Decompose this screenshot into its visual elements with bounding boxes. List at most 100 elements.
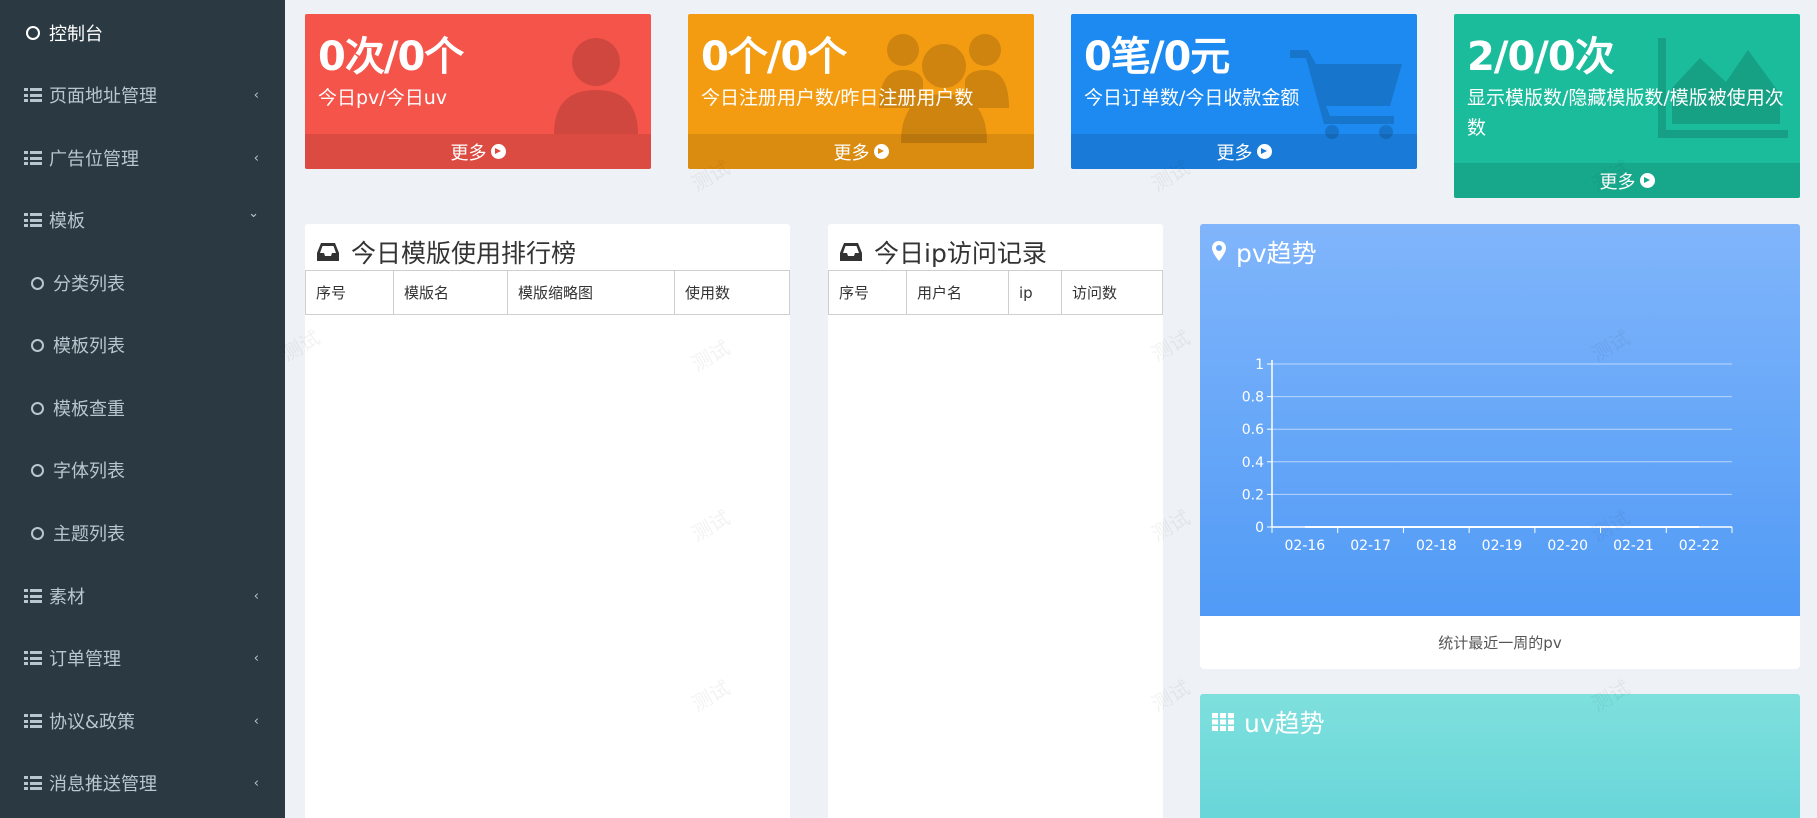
sidebar-item-label: 模板	[49, 211, 85, 232]
column-header: 用户名	[906, 270, 1009, 315]
sidebar-item[interactable]: 模板列表	[0, 325, 285, 365]
inbox-icon	[317, 238, 339, 267]
x-tick-label: 02-19	[1482, 538, 1523, 554]
sidebar-item-label: 素材	[49, 587, 85, 608]
grid-icon	[1212, 708, 1234, 737]
sidebar: 控制台页面地址管理 ‹ 广告位管理 ‹ 模板 ⌄ 分类列表模板列表模板查重字体列表主题列表素…	[0, 0, 285, 818]
sidebar-item[interactable]: 控制台	[0, 13, 285, 53]
y-tick-label: 0.6	[1242, 422, 1264, 438]
pv-line-chart: 0 0.2 0.4 0.6 0.8 1 02-16 02-17 02-18 02-19 02-20 0…	[1242, 357, 1733, 554]
sidebar-item-label: 字体列表	[53, 461, 125, 482]
x-tick-label: 02-16	[1285, 538, 1326, 554]
card-description: 今日pv/今日uv	[318, 87, 447, 109]
sidebar-item[interactable]: 主题列表	[0, 513, 285, 553]
chevron-left-icon: ‹	[253, 588, 259, 604]
card-value: 0笔/0元	[1084, 34, 1230, 80]
chevron-left-icon: ‹	[253, 150, 259, 166]
x-tick-label: 02-21	[1613, 538, 1654, 554]
card-value: 0次/0个	[318, 34, 464, 80]
sidebar-item-label: 消息推送管理	[49, 774, 157, 795]
list-icon	[24, 587, 42, 605]
y-tick-label: 0.2	[1242, 487, 1264, 503]
ranking-table: 序号 模版名 模版缩略图 使用数	[305, 270, 790, 315]
sidebar-item[interactable]: 字体列表	[0, 450, 285, 490]
sidebar-item[interactable]: 模板 ⌄	[0, 200, 285, 240]
column-header: 序号	[305, 270, 394, 315]
ranking-panel: 今日模版使用排行榜 序号 模版名 模版缩略图 使用数	[305, 224, 790, 818]
circle-icon	[28, 399, 46, 417]
sidebar-item[interactable]: 页面地址管理 ‹	[0, 75, 285, 115]
more-label: 更多	[1599, 171, 1636, 193]
sidebar-item[interactable]: 消息推送管理 ‹	[0, 763, 285, 803]
panel-title: uv趋势	[1212, 704, 1325, 740]
chevron-left-icon: ‹	[253, 650, 259, 666]
column-header: 模版名	[393, 270, 508, 315]
sidebar-item[interactable]: 模板查重	[0, 388, 285, 428]
sidebar-item-label: 协议&政策	[49, 712, 136, 733]
more-label: 更多	[833, 142, 870, 164]
arrow-circle-right-icon	[1256, 144, 1272, 159]
sidebar-item[interactable]: 分类列表	[0, 263, 285, 303]
stat-card-pv-uv: 0次/0个 今日pv/今日uv 更多	[305, 14, 651, 169]
uv-chart-panel: uv趋势	[1200, 694, 1800, 818]
more-link[interactable]: 更多	[1071, 134, 1417, 169]
arrow-circle-right-icon	[873, 144, 889, 159]
list-icon	[24, 149, 42, 167]
panel-title: 今日模版使用排行榜	[317, 234, 576, 270]
ranking-title: 今日模版使用排行榜	[351, 239, 577, 268]
sidebar-item-label: 广告位管理	[49, 149, 139, 170]
card-description: 今日注册用户数/昨日注册用户数	[701, 87, 974, 109]
column-header: 序号	[828, 270, 907, 315]
chevron-left-icon: ‹	[253, 713, 259, 729]
sidebar-item-label: 订单管理	[49, 649, 121, 670]
circle-icon	[28, 461, 46, 479]
list-icon	[24, 712, 42, 730]
x-tick-label: 02-17	[1350, 538, 1391, 554]
sidebar-item-label: 模板列表	[53, 336, 125, 357]
list-icon	[24, 774, 42, 792]
sidebar-item-label: 主题列表	[53, 524, 125, 545]
x-tick-label: 02-18	[1416, 538, 1457, 554]
pv-chart-panel: pv趋势 0 0.2 0.4 0.6 0.8 1 02-16 02-17 02-18 02-19 0…	[1200, 224, 1800, 669]
y-tick-label: 1	[1255, 357, 1264, 373]
sidebar-item[interactable]: 订单管理 ‹	[0, 638, 285, 678]
more-link[interactable]: 更多	[1454, 163, 1800, 198]
list-icon	[24, 649, 42, 667]
column-header: 模版缩略图	[507, 270, 675, 315]
stat-card-register: 0个/0个 今日注册用户数/昨日注册用户数 更多	[688, 14, 1034, 169]
chevron-down-icon: ⌄	[248, 206, 259, 221]
sidebar-item-label: 分类列表	[53, 274, 125, 295]
more-link[interactable]: 更多	[305, 134, 651, 169]
column-header: 使用数	[674, 270, 790, 315]
uv-title: uv趋势	[1244, 709, 1325, 738]
chevron-left-icon: ‹	[253, 87, 259, 103]
y-tick-label: 0	[1255, 520, 1264, 536]
x-tick-label: 02-20	[1547, 538, 1588, 554]
card-description: 今日订单数/今日收款金额	[1084, 87, 1300, 109]
circle-icon	[28, 524, 46, 542]
pv-footer: 统计最近一周的pv	[1200, 616, 1800, 669]
more-link[interactable]: 更多	[688, 134, 1034, 169]
card-description: 显示模版数/隐藏模版数/模版被使用次数	[1467, 87, 1784, 139]
pv-footer-text: 统计最近一周的pv	[1438, 634, 1562, 652]
ip-log-table: 序号 用户名 ip 访问数	[828, 270, 1163, 315]
circle-icon	[28, 274, 46, 292]
ip-log-title: 今日ip访问记录	[874, 239, 1047, 268]
column-header: 访问数	[1061, 270, 1163, 315]
sidebar-item[interactable]: 广告位管理 ‹	[0, 138, 285, 178]
chevron-left-icon: ‹	[253, 775, 259, 791]
sidebar-item[interactable]: 素材 ‹	[0, 576, 285, 616]
stat-card-orders: 0笔/0元 今日订单数/今日收款金额 更多	[1071, 14, 1417, 169]
list-icon	[24, 211, 42, 229]
list-icon	[24, 86, 42, 104]
x-tick-label: 02-22	[1679, 538, 1720, 554]
panel-title: 今日ip访问记录	[840, 234, 1047, 270]
ip-log-panel: 今日ip访问记录 序号 用户名 ip 访问数	[828, 224, 1163, 818]
more-label: 更多	[450, 142, 487, 164]
column-header: ip	[1008, 270, 1062, 315]
circle-icon	[24, 24, 42, 42]
card-value: 0个/0个	[701, 34, 847, 80]
sidebar-item-label: 页面地址管理	[49, 86, 157, 107]
arrow-circle-right-icon	[490, 144, 506, 159]
sidebar-item[interactable]: 协议&政策 ‹	[0, 701, 285, 741]
